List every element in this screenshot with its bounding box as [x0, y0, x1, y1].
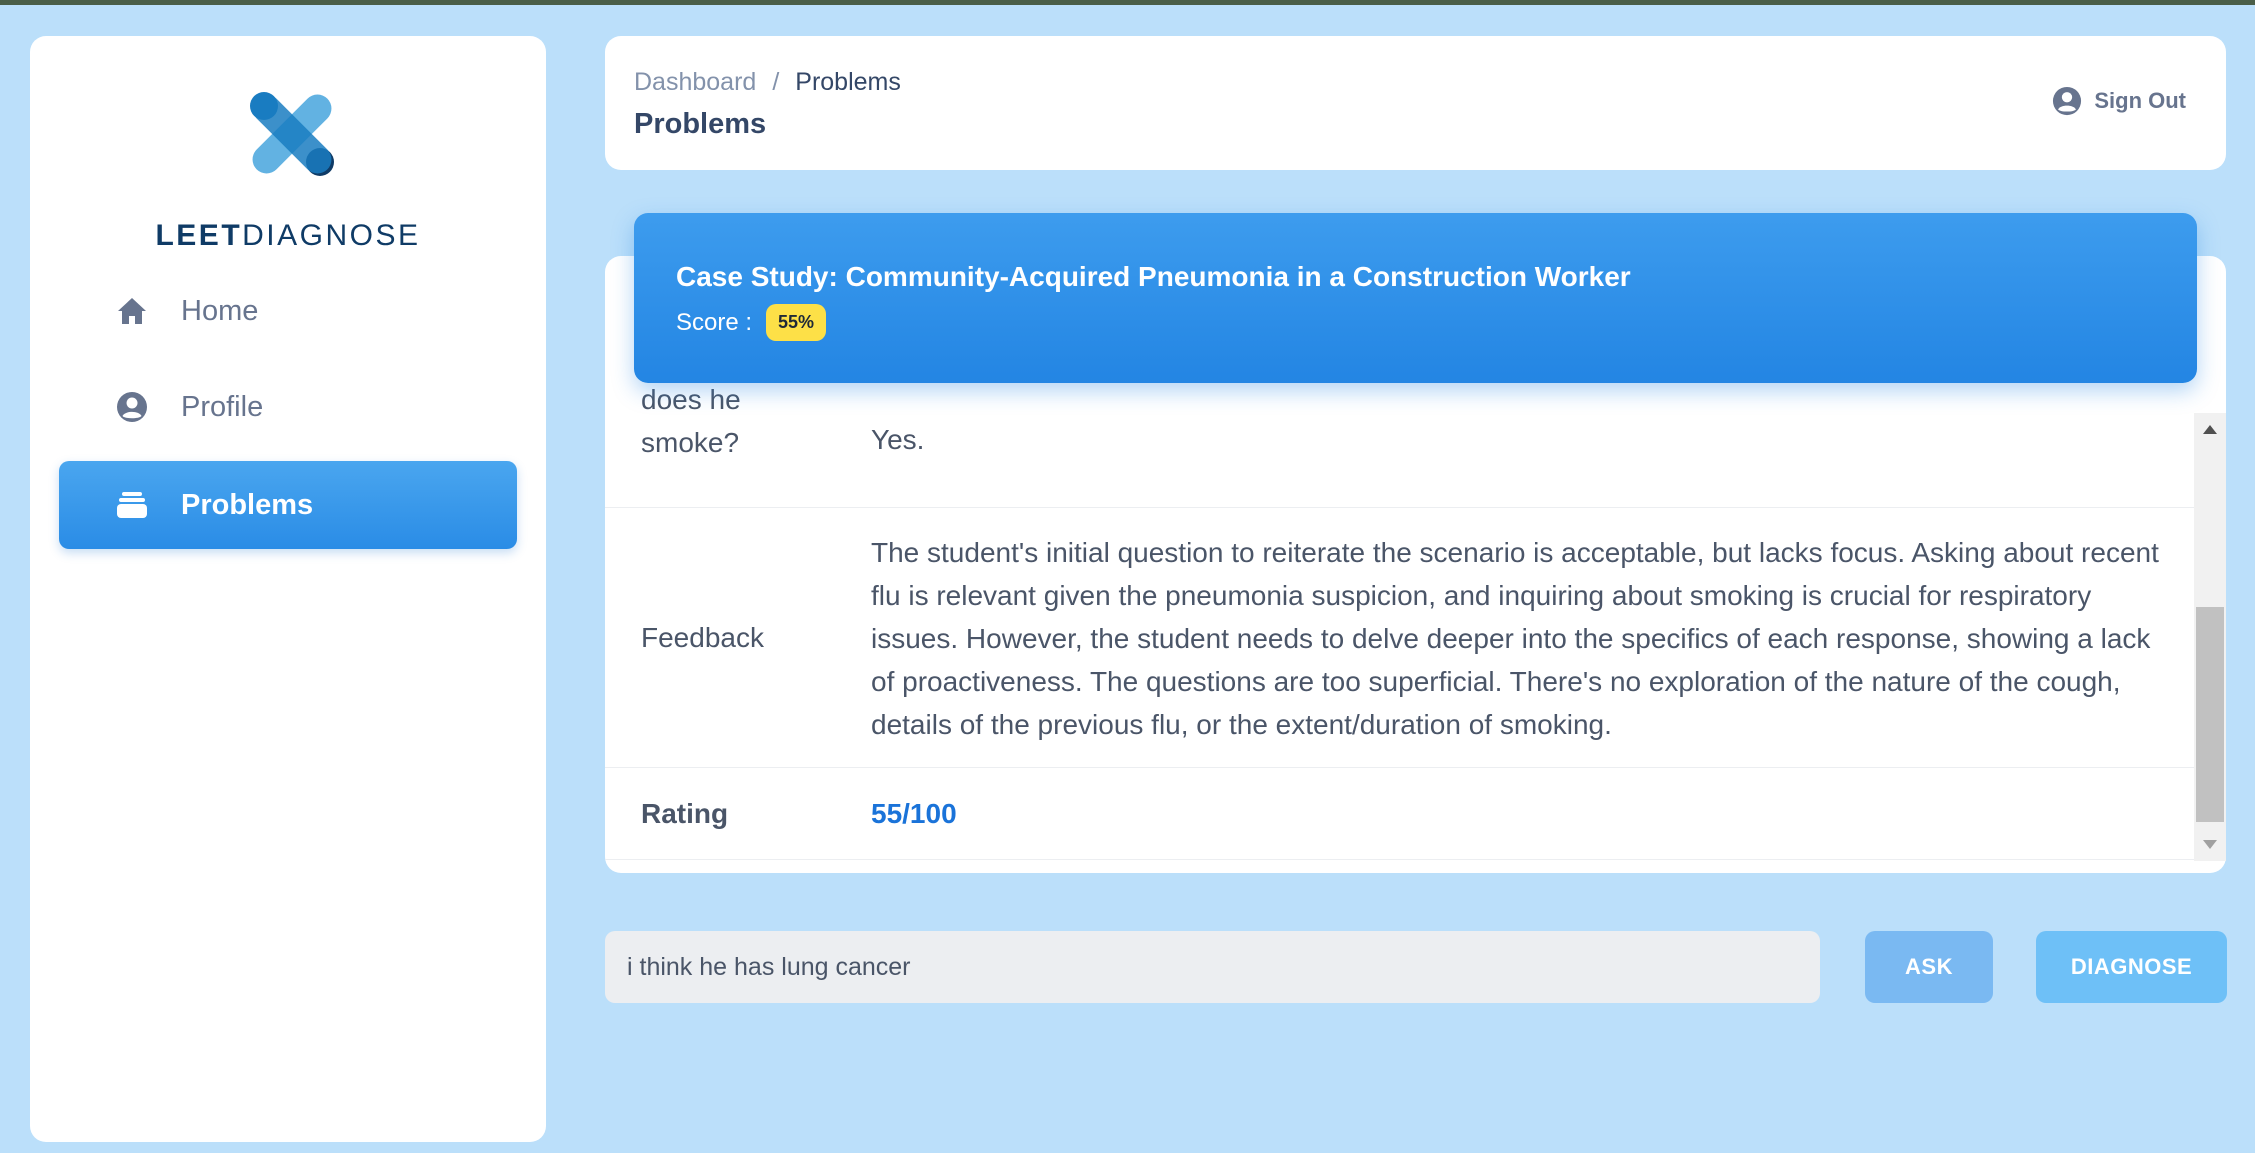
- ask-button[interactable]: ASK: [1865, 931, 1993, 1003]
- sidebar: LEETDIAGNOSE Home Profile Problems: [30, 36, 546, 1142]
- user-circle-icon: [2053, 86, 2082, 116]
- page-title: Problems: [634, 108, 767, 140]
- scroll-down-arrow-icon[interactable]: [2203, 840, 2217, 849]
- table-row: Rating 55/100: [605, 768, 2194, 860]
- sign-out-button[interactable]: Sign Out: [2052, 86, 2186, 116]
- sidebar-item-problems[interactable]: Problems: [59, 461, 517, 549]
- sidebar-item-label: Profile: [181, 390, 264, 423]
- conversation-table[interactable]: does he smoke? Yes. Feedback The student…: [605, 383, 2194, 861]
- user-circle-icon: [115, 390, 149, 424]
- case-title: Case Study: Community-Acquired Pneumonia…: [676, 261, 1631, 292]
- breadcrumb: Dashboard / Problems: [634, 68, 901, 97]
- answer-cell: Yes.: [871, 424, 925, 455]
- window-top-strip: [0, 0, 2255, 5]
- table-scrollbar[interactable]: [2194, 413, 2226, 861]
- page-header: Dashboard / Problems Problems Sign Out: [605, 36, 2226, 170]
- logo-mark-icon: [250, 92, 334, 176]
- score-badge: 55%: [766, 304, 827, 341]
- sign-out-label: Sign Out: [2094, 88, 2186, 113]
- question-input[interactable]: [605, 931, 1820, 1003]
- breadcrumb-separator: /: [772, 68, 780, 96]
- brand-logo[interactable]: LEETDIAGNOSE: [30, 92, 546, 262]
- rating-label: Rating: [641, 798, 729, 829]
- sidebar-item-label: Problems: [181, 488, 314, 521]
- score-row: Score : 55%: [676, 304, 827, 341]
- brand-wordmark: LEETDIAGNOSE: [155, 219, 421, 252]
- breadcrumb-current: Problems: [795, 68, 901, 96]
- sidebar-item-profile[interactable]: Profile: [59, 363, 517, 451]
- feedback-label: Feedback: [641, 622, 764, 653]
- stack-icon: [115, 488, 149, 522]
- case-header: Case Study: Community-Acquired Pneumonia…: [634, 213, 2197, 383]
- breadcrumb-dashboard-link[interactable]: Dashboard: [634, 68, 756, 96]
- score-label: Score :: [676, 308, 753, 336]
- scroll-up-arrow-icon[interactable]: [2203, 425, 2217, 434]
- sidebar-item-home[interactable]: Home: [59, 267, 517, 355]
- diagnose-button[interactable]: DIAGNOSE: [2036, 931, 2227, 1003]
- scrollbar-thumb[interactable]: [2196, 607, 2224, 822]
- feedback-text: The student's initial question to reiter…: [871, 537, 2159, 740]
- table-row: does he smoke? Yes.: [605, 383, 2194, 508]
- table-row: Feedback The student's initial question …: [605, 508, 2194, 768]
- rating-value: 55/100: [871, 798, 957, 829]
- home-icon: [115, 294, 149, 328]
- question-cell: does he smoke?: [641, 384, 741, 458]
- sidebar-item-label: Home: [181, 294, 259, 327]
